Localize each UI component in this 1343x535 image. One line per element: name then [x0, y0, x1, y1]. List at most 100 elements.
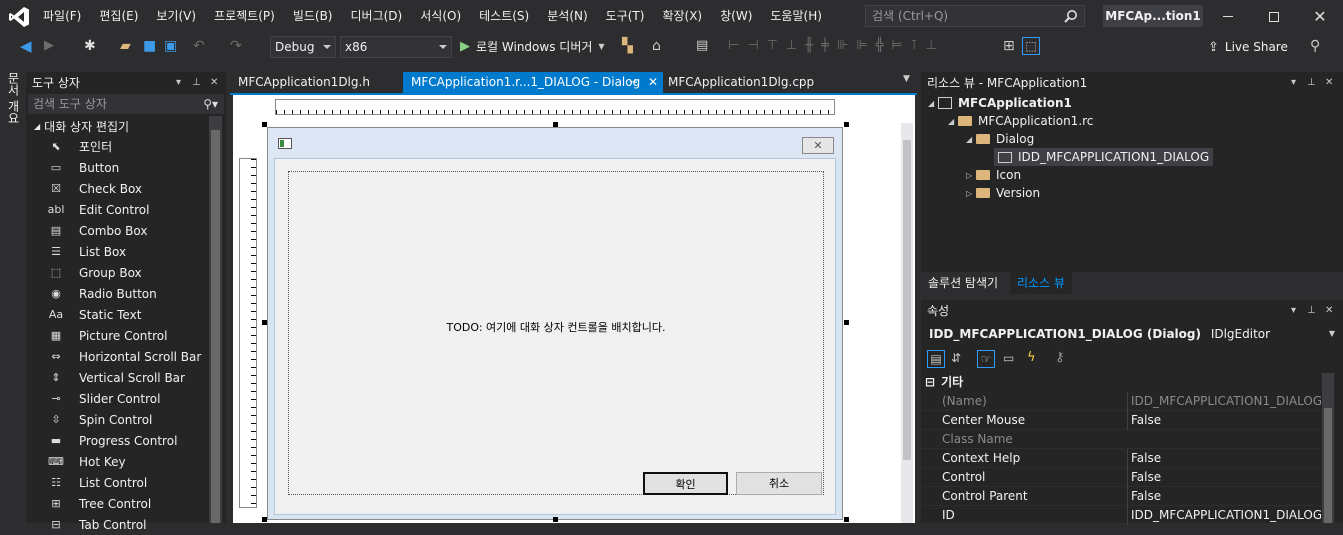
toolbox-item[interactable]: Aa Static Text — [26, 304, 226, 325]
new-project-icon[interactable]: ✱ — [84, 38, 100, 54]
toolbox-item[interactable]: abl Edit Control — [26, 199, 226, 220]
horizontal-ruler[interactable] — [275, 99, 835, 115]
property-row[interactable]: ID IDD_MFCAPPLICATION1_DIALOG — [921, 506, 1321, 525]
menu-item[interactable]: 확장(X) — [653, 0, 711, 33]
toolbox-item[interactable]: ▦ Picture Control — [26, 325, 226, 346]
tab-order-icon[interactable]: ▤ — [696, 38, 712, 54]
menu-item[interactable]: 도구(T) — [597, 0, 654, 33]
tree-root-project[interactable]: ◢ MFCApplication1 — [928, 94, 1072, 112]
menu-item[interactable]: 도움말(H) — [761, 0, 831, 33]
toolbox-item[interactable]: ▤ Combo Box — [26, 220, 226, 241]
chevron-down-icon[interactable]: ▾ — [1291, 300, 1296, 322]
resize-handle[interactable] — [262, 122, 267, 127]
tree-dialog-folder[interactable]: ◢ Dialog — [966, 130, 1034, 148]
property-value[interactable]: IDD_MFCAPPLICATION1_DIALOG (D — [1127, 392, 1321, 411]
toolbox-item[interactable]: ⇕ Vertical Scroll Bar — [26, 367, 226, 388]
tree-icon-folder[interactable]: ▷ Icon — [966, 166, 1021, 184]
toolbox-item[interactable]: ⇔ Horizontal Scroll Bar — [26, 346, 226, 367]
feedback-icon[interactable]: ⚲ — [1310, 38, 1320, 54]
resize-handle[interactable] — [553, 517, 558, 522]
toolbox-item[interactable]: ⬉ 포인터 — [26, 136, 226, 157]
menu-item[interactable]: 빌드(B) — [284, 0, 342, 33]
properties-scroll-thumb[interactable] — [1324, 408, 1332, 523]
pin-icon[interactable]: ⊥ — [1307, 300, 1316, 322]
property-row[interactable]: Context Help False — [921, 449, 1321, 468]
close-button[interactable]: ✕ — [1297, 0, 1343, 33]
toolbox-item[interactable]: ▬ Progress Control — [26, 430, 226, 451]
property-value[interactable]: False — [1127, 449, 1321, 468]
minimize-button[interactable] — [1205, 0, 1251, 33]
tab-solution-explorer[interactable]: 솔루션 탐색기 — [921, 272, 1005, 294]
menu-item[interactable]: 창(W) — [711, 0, 761, 33]
find-in-files-icon[interactable]: ▚ — [622, 38, 638, 54]
property-row[interactable]: Control False — [921, 468, 1321, 487]
toolbox-scroll-thumb[interactable] — [211, 130, 220, 523]
home-icon[interactable]: ⌂ — [652, 38, 668, 54]
ok-button[interactable]: 확인 — [643, 472, 728, 495]
toolbox-item[interactable]: ⊟ Tab Control — [26, 514, 226, 535]
resize-handle[interactable] — [844, 517, 849, 522]
menu-item[interactable]: 분석(N) — [538, 0, 596, 33]
navigate-back-icon[interactable]: ◀ — [20, 38, 36, 54]
toggle-grid-icon[interactable]: ⊞ — [1003, 38, 1019, 54]
menu-item[interactable]: 디버그(D) — [342, 0, 412, 33]
vertical-ruler[interactable] — [239, 158, 257, 508]
property-value[interactable]: False — [1127, 411, 1321, 430]
property-value[interactable]: IDD_MFCAPPLICATION1_DIALOG — [1127, 506, 1321, 525]
document-outline-tab[interactable]: 문서 개요 — [5, 72, 22, 124]
chevron-down-icon[interactable]: ▾ — [1291, 72, 1296, 94]
alphabetical-icon[interactable]: ⇵ — [951, 351, 961, 365]
dialog-close-icon[interactable]: ✕ — [802, 137, 834, 154]
close-icon[interactable]: ✕ — [210, 72, 218, 94]
live-share-button[interactable]: ⇪ Live Share — [1208, 33, 1288, 61]
categorized-icon[interactable]: ▤ — [927, 350, 945, 368]
resize-handle[interactable] — [262, 517, 267, 522]
tree-dialog-item[interactable]: IDD_MFCAPPLICATION1_DIALOG — [994, 148, 1214, 166]
pin-icon[interactable]: ⊸ — [629, 72, 637, 93]
editor-scroll-thumb[interactable] — [903, 140, 911, 460]
tree-version-folder[interactable]: ▷ Version — [966, 184, 1040, 202]
navigate-forward-icon[interactable]: ▶ — [44, 38, 60, 54]
toggle-guides-icon[interactable]: ⬚ — [1022, 37, 1040, 55]
toolbox-item[interactable]: ⊞ Tree Control — [26, 493, 226, 514]
tab-resource-view[interactable]: 리소스 뷰 — [1010, 272, 1072, 294]
property-row[interactable]: (Name) IDD_MFCAPPLICATION1_DIALOG (D — [921, 392, 1321, 411]
save-all-icon[interactable]: ▣ — [164, 38, 180, 54]
dialog-preview[interactable]: ✕ TODO: 여기에 대화 상자 컨트롤을 배치합니다. 확인 취소 — [267, 127, 843, 520]
property-row[interactable]: Control Parent False — [921, 487, 1321, 506]
resize-handle[interactable] — [844, 122, 849, 127]
tree-rc-file[interactable]: ◢ MFCApplication1.rc — [948, 112, 1093, 130]
open-file-icon[interactable]: ▰ — [120, 38, 136, 54]
redo-icon[interactable]: ↷ — [230, 38, 246, 54]
close-icon[interactable]: ✕ — [648, 72, 658, 93]
pin-icon[interactable]: ⊥ — [1307, 72, 1316, 94]
pin-icon[interactable]: ⊥ — [192, 72, 201, 94]
layout-align-icons[interactable]: ⊢⊣⊤⊥╫╪⊪⊫╬⊨⊺⊥ — [728, 38, 998, 54]
toolbox-item[interactable]: ⌨ Hot Key — [26, 451, 226, 472]
toolbox-search-input[interactable]: 검색 도구 상자 ⚲▾ — [28, 94, 224, 114]
start-debugger-button[interactable]: ▶ 로컬 Windows 디버거 ▼ — [460, 33, 605, 61]
menu-item[interactable]: 편집(E) — [90, 0, 147, 33]
properties-icon[interactable]: ☞ — [977, 350, 995, 368]
chevron-down-icon[interactable]: ▾ — [176, 72, 181, 94]
control-events-icon[interactable]: ▭ — [1003, 351, 1014, 365]
property-value[interactable]: False — [1127, 487, 1321, 506]
resize-handle[interactable] — [262, 320, 267, 325]
tab-dlg-cpp[interactable]: MFCApplication1Dlg.cpp — [660, 72, 822, 93]
property-row[interactable]: Center Mouse False — [921, 411, 1321, 430]
undo-icon[interactable]: ↶ — [193, 38, 209, 54]
property-row[interactable]: Class Name — [921, 430, 1321, 449]
cancel-button[interactable]: 취소 — [736, 472, 822, 495]
menu-item[interactable]: 보기(V) — [147, 0, 205, 33]
search-input[interactable]: 검색 (Ctrl+Q) — [865, 5, 1085, 27]
menu-item[interactable]: 프로젝트(P) — [205, 0, 284, 33]
chevron-down-icon[interactable]: ▼ — [903, 74, 910, 84]
property-pages-icon[interactable]: ⚷ — [1055, 350, 1065, 365]
toolbox-item[interactable]: ☒ Check Box — [26, 178, 226, 199]
category-header[interactable]: ⊟ 기타 — [925, 373, 963, 391]
toolbox-item[interactable]: ⊸ Slider Control — [26, 388, 226, 409]
maximize-button[interactable] — [1251, 0, 1297, 33]
tab-dialog-resource[interactable]: MFCApplication1.r...1_DIALOG - Dialog ⊸ … — [403, 72, 663, 93]
toolbox-item[interactable]: ☷ List Control — [26, 472, 226, 493]
close-icon[interactable]: ✕ — [1325, 72, 1333, 94]
